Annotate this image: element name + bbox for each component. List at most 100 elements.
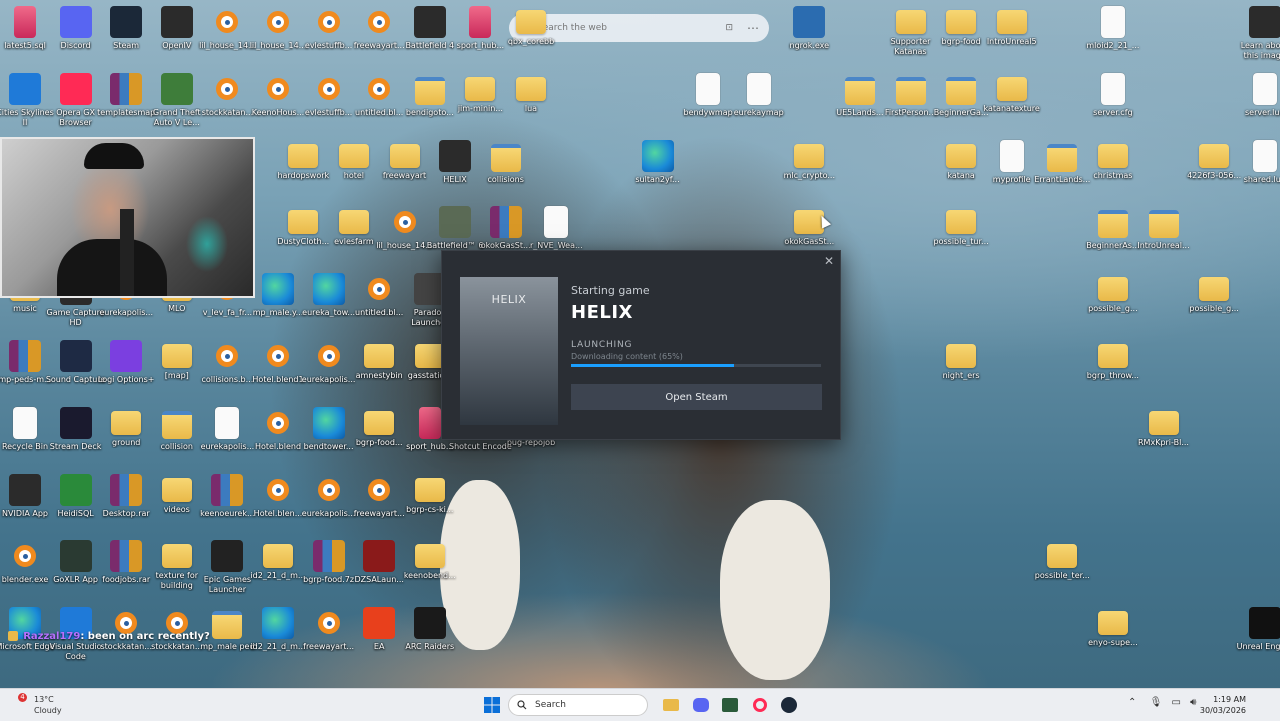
chevron-up-icon[interactable]: ⌃ — [1128, 697, 1136, 708]
opera-gx-icon[interactable] — [748, 693, 772, 717]
dialog-game-title: HELIX — [571, 302, 633, 323]
open-steam-button[interactable]: Open Steam — [571, 384, 822, 410]
desktop-icon[interactable]: possible_g... — [1182, 267, 1246, 331]
blender-logo — [317, 478, 340, 501]
file-icon — [696, 72, 721, 105]
desktop-icon[interactable]: IntroUnreal... — [1132, 200, 1196, 264]
network-icon[interactable]: ▭ — [1171, 697, 1180, 708]
desktop-icon-label: server.lua — [1245, 107, 1280, 117]
blender-logo — [267, 411, 289, 434]
desktop-icon-label: bgrp_throw... — [1086, 371, 1139, 380]
folder-icon — [338, 143, 369, 168]
volume-icon[interactable]: 🔊︎ — [1190, 697, 1196, 708]
clock-date: 30/03/2026 — [1199, 706, 1246, 715]
desktop-icon[interactable]: server.cfg — [1081, 67, 1145, 131]
desktop-icon-label: katanatexture — [983, 103, 1040, 113]
wallpaper-bird-breast-right — [720, 500, 830, 680]
desktop-icon[interactable]: mlc_crypto... — [777, 134, 841, 198]
folder-icon — [1097, 277, 1128, 302]
start-button[interactable] — [480, 693, 504, 717]
db-icon — [469, 6, 492, 38]
folderx-icon — [1148, 210, 1179, 239]
desktop-icon[interactable]: qbx_corebb — [499, 0, 563, 64]
desktop-icon-label: night_ers — [942, 371, 980, 380]
desktop-icon[interactable]: Learn about this image — [1233, 0, 1280, 64]
game-capsule-art: HELIX — [460, 277, 558, 425]
desktop-icon[interactable]: keenobend... — [398, 534, 462, 598]
blender-logo — [14, 545, 36, 568]
close-icon[interactable]: ✕ — [824, 254, 834, 268]
desktop-icon[interactable]: bgrp-cs-ki... — [398, 468, 462, 532]
desktop-icon[interactable]: shared.lua — [1233, 134, 1280, 198]
exe-icon — [439, 139, 472, 172]
weather-widget[interactable]: 4 13°C Cloudy — [18, 693, 62, 716]
desktop-icon[interactable]: server.lua — [1233, 67, 1280, 131]
folder-icon — [1097, 143, 1128, 168]
desktop-icon[interactable]: christmas — [1081, 134, 1145, 198]
taskbar-search[interactable]: Search — [508, 694, 648, 716]
blender-logo — [317, 345, 340, 367]
visual-search-icon[interactable]: ⊡ — [725, 23, 733, 33]
chat-username: Razzal179 — [23, 631, 81, 642]
folder-icon — [364, 344, 395, 368]
file-explorer-icon[interactable] — [659, 693, 683, 717]
desktop-icon[interactable]: bgrp_throw... — [1081, 334, 1145, 398]
discord-taskbar-icon[interactable] — [689, 693, 713, 717]
folder-icon — [111, 410, 142, 435]
desktop-icon[interactable]: katanatexture — [980, 67, 1044, 131]
desktop-icon[interactable]: mloid2_21_... — [1081, 0, 1145, 64]
blender-icon — [262, 340, 294, 372]
clock[interactable]: 1:19 AM 30/03/2026 — [1200, 694, 1246, 716]
desktop-icon[interactable]: ARC Raiders — [398, 601, 462, 665]
clock-time: 1:19 AM — [1213, 695, 1246, 704]
folder-icon — [1148, 410, 1179, 435]
desktop-icon[interactable]: night_ers — [929, 334, 993, 398]
blender-logo — [267, 77, 289, 100]
desktop-icon[interactable]: sultan2yf... — [626, 134, 690, 198]
launch-status: LAUNCHING — [571, 340, 633, 350]
desktop-icon-label: RMxKpri-Bl... — [1138, 437, 1189, 447]
blender-icon — [262, 407, 294, 439]
desktop-icon[interactable]: collisions — [474, 134, 538, 198]
desktop-icon[interactable]: IntroUnreal5 — [980, 0, 1044, 64]
desktop-icon[interactable]: possible_ter... — [1030, 534, 1094, 598]
desktop-icon[interactable]: ngrok.exe — [777, 0, 841, 64]
desktop-icon[interactable]: lua — [499, 67, 563, 131]
rar-icon — [312, 540, 345, 573]
db-icon — [14, 6, 36, 38]
terminal-icon[interactable] — [718, 693, 742, 717]
folder-icon — [263, 544, 293, 569]
weather-condition: Cloudy — [34, 706, 62, 715]
desktop-icon-label: server.cfg — [1093, 107, 1133, 117]
desktop-icon[interactable]: Unreal Engine — [1233, 601, 1280, 665]
desktop-icon[interactable]: possible_tur... — [929, 200, 993, 264]
rar-icon — [110, 473, 143, 506]
desktop-icon[interactable]: eurekaymap — [727, 67, 791, 131]
desktop-icon[interactable]: enyo-supe... — [1081, 601, 1145, 665]
weather-alert-badge: 4 — [18, 693, 27, 702]
blender-icon — [363, 73, 395, 105]
microphone-icon[interactable]: 🎙︎ — [1150, 697, 1163, 708]
folder-icon — [946, 344, 977, 368]
folder-icon — [161, 544, 192, 569]
blender-icon — [363, 6, 395, 38]
desktop-icon[interactable]: possible_g... — [1081, 267, 1145, 331]
folder-icon — [414, 477, 445, 502]
blender-logo — [368, 11, 391, 33]
desktop-icon-label: shared.lua — [1243, 174, 1280, 184]
folder-icon — [996, 76, 1027, 101]
steam-taskbar-icon[interactable] — [777, 693, 801, 717]
blender-icon — [262, 474, 294, 506]
folder-icon — [288, 210, 319, 235]
system-tray[interactable]: ⌃ 🎙︎ ▭ 🔊︎ — [1128, 697, 1196, 708]
exe-icon — [110, 340, 143, 372]
desktop-icon-label: possible_g... — [1189, 304, 1239, 314]
more-options-icon[interactable]: ⋯ — [747, 21, 759, 35]
folder-icon — [1199, 277, 1230, 302]
desktop-icon-label: ARC Raiders — [405, 642, 455, 652]
desktop-icon[interactable]: RMxKpri-Bl... — [1132, 401, 1196, 465]
blender-icon — [211, 340, 243, 372]
folder-icon — [414, 544, 445, 569]
desktop-icon-label: possible_ter... — [1034, 571, 1090, 581]
webcam-microphone — [120, 209, 134, 296]
